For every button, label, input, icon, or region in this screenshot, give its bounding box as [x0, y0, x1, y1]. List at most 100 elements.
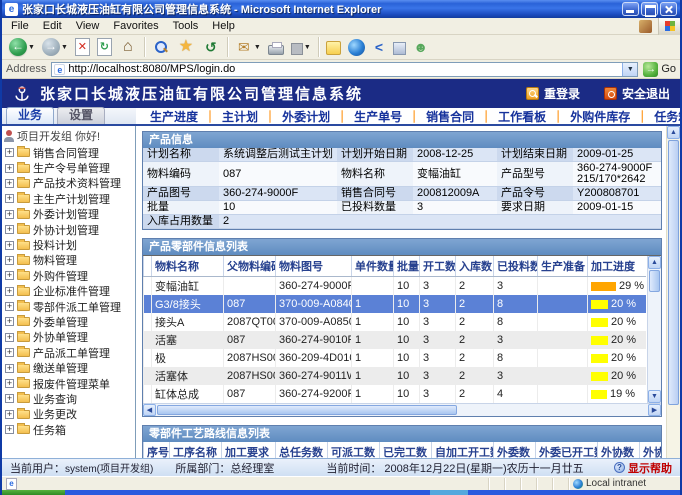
search-button[interactable]	[149, 37, 173, 57]
scroll-thumb[interactable]	[157, 405, 457, 415]
swoosh-button[interactable]: <	[369, 37, 389, 57]
taskbar-item[interactable]	[430, 490, 468, 495]
column-header[interactable]: 已完工数	[380, 442, 432, 458]
expand-icon[interactable]: +	[5, 225, 14, 234]
column-header[interactable]: 物料图号	[276, 256, 352, 277]
column-header[interactable]: 外协	[640, 442, 663, 458]
dropdown-caret-icon[interactable]: ▼	[61, 44, 68, 51]
column-header[interactable]: 外委数	[494, 442, 536, 458]
menu-item-edit[interactable]: Edit	[36, 19, 69, 33]
history-button[interactable]: ↺	[199, 37, 223, 57]
sidebar-item-14[interactable]: +缴送单管理	[2, 360, 135, 375]
column-header[interactable]: 物料名称	[152, 256, 224, 277]
column-header[interactable]: 外委已开工数	[536, 442, 598, 458]
nav-item-4[interactable]: 销售合同	[426, 108, 474, 124]
expand-icon[interactable]: +	[5, 256, 14, 265]
sidebar-item-6[interactable]: +投料计划	[2, 237, 135, 252]
expand-icon[interactable]: +	[5, 317, 14, 326]
sidebar-item-4[interactable]: +外委计划管理	[2, 207, 135, 222]
parts-horizontal-scrollbar[interactable]: ◀ ▶	[143, 403, 661, 416]
expand-icon[interactable]: +	[5, 379, 14, 388]
nav-item-2[interactable]: 外委计划	[282, 108, 330, 124]
expand-icon[interactable]: +	[5, 410, 14, 419]
back-button[interactable]: ←▼	[6, 37, 38, 57]
table-row[interactable]: 缸体总成087360-274-9200F11032419 %	[144, 385, 646, 403]
column-header[interactable]: 工序名称	[170, 442, 222, 458]
sidebar-item-16[interactable]: +业务查询	[2, 391, 135, 406]
sidebar-item-5[interactable]: +外协计划管理	[2, 222, 135, 237]
expand-icon[interactable]: +	[5, 348, 14, 357]
sidebar-item-12[interactable]: +外协单管理	[2, 330, 135, 345]
sidebar-item-18[interactable]: +任务箱	[2, 422, 135, 437]
table-row[interactable]: 接头A2087QT002370-009-A085011032820 %	[144, 313, 646, 331]
nav-item-3[interactable]: 生产单号	[354, 108, 402, 124]
sidebar-item-11[interactable]: +外委单管理	[2, 314, 135, 329]
expand-icon[interactable]: +	[5, 148, 14, 157]
relogin-button[interactable]: 重登录	[526, 85, 580, 102]
expand-icon[interactable]: +	[5, 425, 14, 434]
scroll-right-icon[interactable]: ▶	[648, 404, 661, 416]
sidebar-item-8[interactable]: +外购件管理	[2, 268, 135, 283]
stop-button[interactable]: ✕	[72, 37, 93, 57]
column-header[interactable]: 外协数	[598, 442, 640, 458]
home-button[interactable]: ⌂	[116, 37, 140, 57]
expand-icon[interactable]: +	[5, 164, 14, 173]
sidebar-item-10[interactable]: +零部件派工单管理	[2, 299, 135, 314]
expand-icon[interactable]: +	[5, 210, 14, 219]
scroll-down-icon[interactable]: ▼	[648, 390, 661, 403]
windows-taskbar[interactable]	[2, 490, 680, 495]
expand-icon[interactable]: +	[5, 287, 14, 296]
column-header[interactable]: 生产准备	[538, 256, 588, 277]
scroll-up-icon[interactable]: ▲	[648, 256, 661, 269]
dropdown-caret-icon[interactable]: ▼	[28, 44, 35, 51]
column-header[interactable]: 开工数	[420, 256, 456, 277]
tab-1[interactable]: 设置	[57, 107, 105, 124]
nav-item-7[interactable]: 任务箱	[654, 108, 680, 124]
expand-icon[interactable]: +	[5, 394, 14, 403]
column-header[interactable]: 可派工数	[328, 442, 380, 458]
column-header[interactable]: 已投料数	[494, 256, 538, 277]
menu-item-file[interactable]: File	[4, 19, 36, 33]
logout-button[interactable]: 安全退出	[604, 85, 670, 102]
address-dropdown-icon[interactable]: ▼	[622, 63, 637, 76]
print-button[interactable]	[265, 38, 287, 56]
column-header[interactable]: 入库数	[456, 256, 494, 277]
column-header[interactable]: 加工进度	[588, 256, 646, 277]
menu-item-view[interactable]: View	[69, 19, 107, 33]
menu-item-tools[interactable]: Tools	[166, 19, 206, 33]
sidebar-item-17[interactable]: +业务更改	[2, 407, 135, 422]
refresh-button[interactable]: ↻	[94, 37, 115, 57]
menu-item-favorites[interactable]: Favorites	[106, 19, 165, 33]
sidebar-item-15[interactable]: +报废件管理菜单	[2, 376, 135, 391]
menu-item-help[interactable]: Help	[205, 19, 242, 33]
research-button[interactable]	[390, 39, 409, 56]
column-header[interactable]: 父物料编码	[224, 256, 276, 277]
close-button[interactable]	[660, 2, 677, 16]
go-button[interactable]: → Go	[643, 62, 676, 77]
start-button[interactable]	[2, 490, 65, 495]
edit-button[interactable]: ▼	[288, 39, 314, 56]
table-row[interactable]: 极2087HS002360-209-4D01011032820 %	[144, 349, 646, 367]
sidebar-item-3[interactable]: +主生产计划管理	[2, 191, 135, 206]
column-header[interactable]: 总任务数	[276, 442, 328, 458]
scroll-thumb[interactable]	[668, 140, 679, 405]
expand-icon[interactable]: +	[5, 302, 14, 311]
expand-icon[interactable]: +	[5, 271, 14, 280]
parts-vertical-scrollbar[interactable]: ▲ ▼	[647, 256, 661, 403]
minimize-button[interactable]	[622, 2, 639, 16]
title-bar[interactable]: 张家口长城液压油缸有限公司管理信息系统 - Microsoft Internet…	[2, 0, 680, 18]
page-vertical-scrollbar[interactable]: ▲	[666, 126, 680, 458]
address-url[interactable]: http://localhost:8080/MPS/login.do	[68, 63, 619, 75]
tab-0[interactable]: 业务	[6, 107, 54, 124]
column-header[interactable]: 批量	[394, 256, 420, 277]
expand-icon[interactable]: +	[5, 179, 14, 188]
scroll-left-icon[interactable]: ◀	[143, 404, 156, 416]
mail-button[interactable]: ✉▼	[232, 37, 264, 57]
expand-icon[interactable]: +	[5, 194, 14, 203]
sidebar-item-2[interactable]: +产品技术资料管理	[2, 176, 135, 191]
globe-button[interactable]	[345, 38, 368, 57]
table-row[interactable]: G3/8接头087370-009-A084011032820 %	[144, 295, 646, 313]
column-header[interactable]: 自加工开工数	[432, 442, 494, 458]
notes-button[interactable]	[323, 38, 344, 56]
sidebar-item-0[interactable]: +销售合同管理	[2, 145, 135, 160]
